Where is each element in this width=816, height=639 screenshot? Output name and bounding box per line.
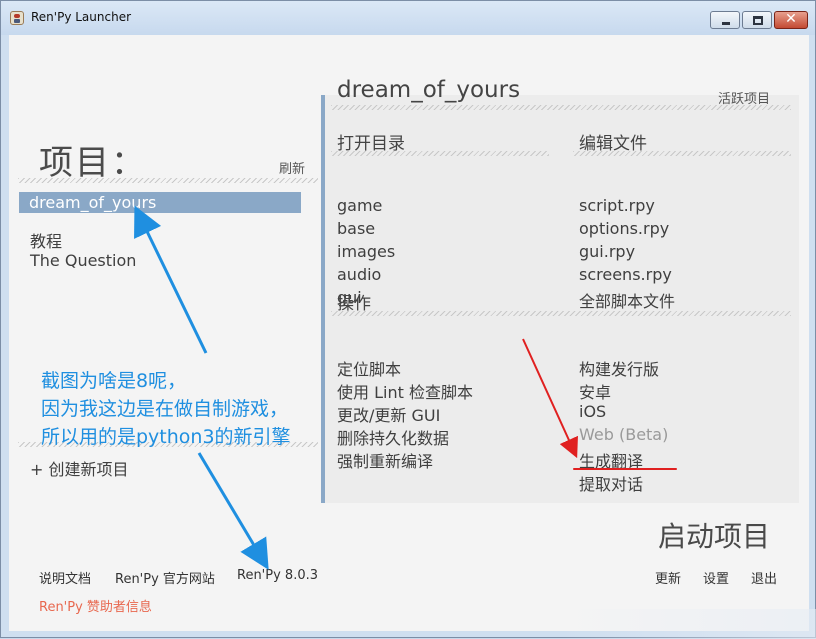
settings-link[interactable]: 设置 bbox=[703, 568, 729, 587]
open-dir-images[interactable]: images bbox=[337, 242, 395, 261]
docs-link[interactable]: 说明文档 bbox=[39, 568, 91, 587]
action-extract-dialogue[interactable]: 提取对话 bbox=[579, 471, 643, 495]
action-android[interactable]: 安卓 bbox=[579, 379, 611, 403]
divider bbox=[331, 105, 791, 110]
action-ios[interactable]: iOS bbox=[579, 402, 606, 421]
divider bbox=[573, 151, 791, 156]
update-link[interactable]: 更新 bbox=[655, 568, 681, 587]
current-project-name: dream_of_yours bbox=[337, 77, 521, 103]
edit-gui-rpy[interactable]: gui.rpy bbox=[579, 242, 635, 261]
annotation-line: 所以用的是python3的新引擎 bbox=[41, 426, 291, 448]
divider bbox=[331, 311, 791, 316]
sponsors-link[interactable]: Ren'Py 赞助者信息 bbox=[39, 596, 152, 615]
annotation-line: 因为我这边是在做自制游戏， bbox=[41, 398, 289, 420]
highlight-underline bbox=[573, 468, 677, 470]
action-navigate-script[interactable]: 定位脚本 bbox=[337, 356, 401, 380]
version-link[interactable]: Ren'Py 8.0.3 bbox=[237, 568, 318, 583]
action-build-distributions[interactable]: 构建发行版 bbox=[579, 356, 659, 380]
divider bbox=[18, 178, 318, 183]
divider bbox=[331, 151, 549, 156]
launch-project-button[interactable]: 启动项目 bbox=[658, 515, 770, 555]
edit-screens-rpy[interactable]: screens.rpy bbox=[579, 265, 672, 284]
create-project-link[interactable]: + 创建新项目 bbox=[30, 456, 129, 480]
close-icon: ✕ bbox=[785, 11, 797, 27]
edit-options-rpy[interactable]: options.rpy bbox=[579, 219, 669, 238]
launcher-window: Ren'Py Launcher ✕ 项目： 刷新 dream_of_yours … bbox=[0, 0, 816, 639]
project-item[interactable]: The Question bbox=[30, 251, 136, 270]
website-link[interactable]: Ren'Py 官方网站 bbox=[115, 568, 215, 587]
minimize-button[interactable] bbox=[710, 11, 740, 29]
renpy-app-icon bbox=[10, 11, 24, 25]
open-dir-base[interactable]: base bbox=[337, 219, 375, 238]
action-change-gui[interactable]: 更改/更新 GUI bbox=[337, 402, 440, 426]
edit-all-scripts[interactable]: 全部脚本文件 bbox=[579, 288, 675, 312]
action-lint[interactable]: 使用 Lint 检查脚本 bbox=[337, 379, 473, 403]
action-force-recompile[interactable]: 强制重新编译 bbox=[337, 448, 433, 472]
action-delete-persistent[interactable]: 删除持久化数据 bbox=[337, 425, 449, 449]
close-button[interactable]: ✕ bbox=[774, 11, 808, 29]
annotation-text: 截图为啥是8呢， 因为我这边是在做自制游戏， 所以用的是python3的新引擎 bbox=[41, 367, 291, 451]
annotation-line: 截图为啥是8呢， bbox=[41, 370, 187, 392]
open-dir-game[interactable]: game bbox=[337, 196, 382, 215]
watermark-strip bbox=[561, 609, 816, 639]
project-item[interactable]: 教程 bbox=[30, 228, 62, 252]
maximize-button[interactable] bbox=[742, 11, 772, 29]
projects-heading: 项目： bbox=[39, 143, 147, 183]
refresh-link[interactable]: 刷新 bbox=[279, 158, 305, 177]
edit-script-rpy[interactable]: script.rpy bbox=[579, 196, 655, 215]
title-bar[interactable]: Ren'Py Launcher ✕ bbox=[1, 1, 815, 35]
window-title: Ren'Py Launcher bbox=[31, 10, 132, 24]
quit-link[interactable]: 退出 bbox=[751, 568, 777, 587]
action-web-beta[interactable]: Web (Beta) bbox=[579, 425, 668, 444]
project-item-selected[interactable]: dream_of_yours bbox=[19, 192, 301, 213]
open-dir-audio[interactable]: audio bbox=[337, 265, 381, 284]
